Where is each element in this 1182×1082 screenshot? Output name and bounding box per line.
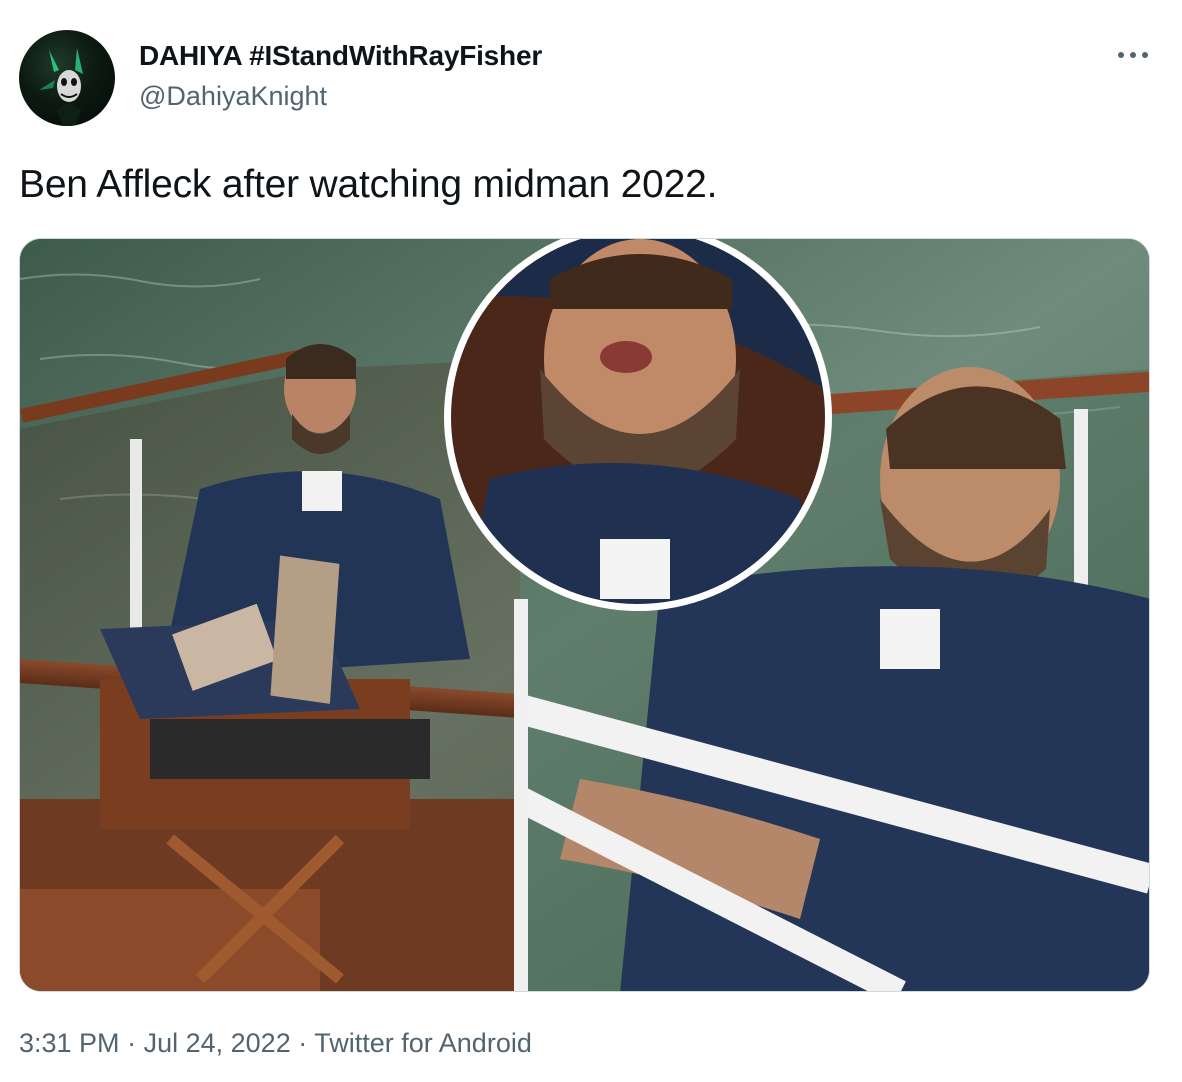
author-display-name[interactable]: DAHIYA #IStandWithRayFisher	[139, 40, 542, 72]
tweet-time[interactable]: 3:31 PM	[19, 1028, 120, 1058]
tweet-text: Ben Affleck after watching midman 2022.	[19, 163, 718, 206]
tweet-meta: 3:31 PM · Jul 24, 2022 · Twitter for And…	[19, 1028, 532, 1059]
photo-illustration	[20, 239, 1149, 991]
tweet-source[interactable]: Twitter for Android	[314, 1028, 532, 1058]
meta-separator: ·	[298, 1028, 308, 1058]
author-avatar[interactable]	[19, 30, 115, 126]
author-handle[interactable]: @DahiyaKnight	[139, 81, 327, 112]
avatar-image	[39, 48, 83, 126]
tweet-media-photo[interactable]	[19, 238, 1150, 992]
more-options-icon[interactable]	[1112, 40, 1154, 70]
tweet-date[interactable]: Jul 24, 2022	[144, 1028, 291, 1058]
meta-separator: ·	[127, 1028, 137, 1058]
